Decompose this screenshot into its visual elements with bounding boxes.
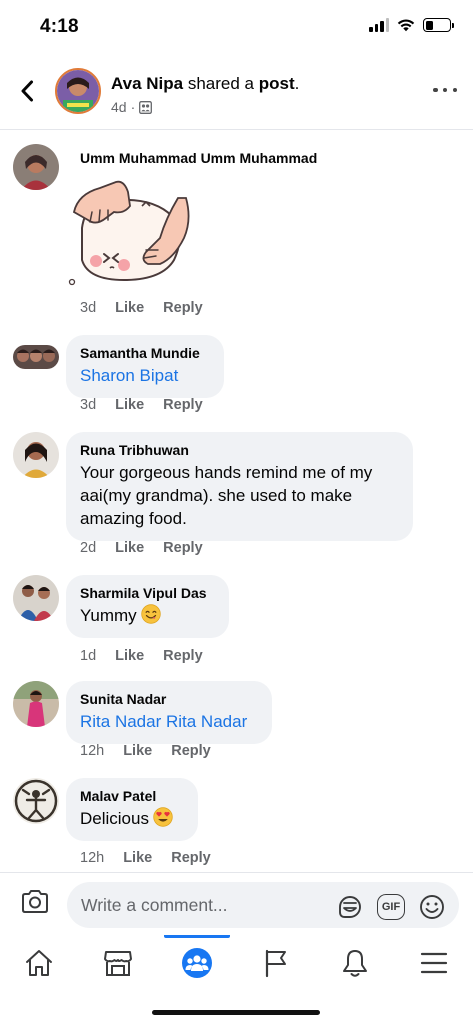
- comment-text: Your gorgeous hands remind me of my aai(…: [80, 463, 373, 528]
- comment-bubble: Malav Patel Delicious: [66, 778, 198, 841]
- home-indicator: [152, 1010, 320, 1015]
- comment-actions: 1d Like Reply: [80, 648, 203, 664]
- commenter-avatar[interactable]: [13, 345, 59, 369]
- gif-icon: GIF: [377, 894, 405, 920]
- marketplace-icon: [104, 951, 133, 976]
- sticker-icon: [339, 896, 361, 918]
- yum-face-emoji: [140, 604, 161, 624]
- comment-time: 1d: [80, 648, 97, 664]
- comment-actions: 3d Like Reply: [80, 397, 203, 413]
- nav-home[interactable]: [0, 935, 79, 991]
- reply-button[interactable]: Reply: [171, 850, 211, 866]
- reply-button[interactable]: Reply: [163, 397, 203, 413]
- commenter-name[interactable]: Samantha Mundie: [80, 345, 210, 361]
- pages-flag-icon: [265, 949, 286, 978]
- nav-pages[interactable]: [236, 935, 315, 991]
- sticker-button[interactable]: [336, 893, 364, 921]
- commenter-avatar[interactable]: [13, 432, 59, 478]
- tagged-user-link[interactable]: Sharon Bipat: [80, 364, 210, 387]
- comment-actions: 12h Like Reply: [80, 743, 211, 759]
- status-icons: [369, 18, 454, 32]
- nav-menu[interactable]: [394, 935, 473, 991]
- groups-icon: [182, 948, 213, 978]
- notifications-icon: [342, 950, 367, 977]
- commenter-avatar[interactable]: [13, 778, 59, 824]
- sticker-image: [66, 168, 196, 288]
- emoji-button[interactable]: [418, 893, 446, 921]
- nav-marketplace[interactable]: [79, 935, 158, 991]
- camera-icon: [22, 890, 48, 913]
- post-link[interactable]: post: [259, 74, 295, 93]
- comment-time: 3d: [80, 397, 97, 413]
- commenter-name[interactable]: Sunita Nadar: [80, 691, 258, 707]
- comment-time: 12h: [80, 850, 105, 866]
- like-button[interactable]: Like: [115, 397, 144, 413]
- commenter-name[interactable]: Sharmila Vipul Das: [80, 585, 215, 601]
- back-button[interactable]: [14, 76, 40, 106]
- group-audience-icon: [139, 100, 153, 114]
- like-button[interactable]: Like: [123, 850, 152, 866]
- like-button[interactable]: Like: [115, 648, 144, 664]
- nav-notifications[interactable]: [315, 935, 394, 991]
- comment-actions: 12h Like Reply: [80, 850, 211, 866]
- emoji-icon: [420, 895, 444, 919]
- commenter-avatar[interactable]: [13, 575, 59, 621]
- chevron-left-icon: [21, 80, 33, 102]
- comment-actions: 3d Like Reply: [80, 300, 203, 316]
- comment-bubble: Runa Tribhuwan Your gorgeous hands remin…: [66, 432, 413, 541]
- heart-eyes-emoji: [153, 807, 173, 827]
- comment-text: Delicious: [80, 807, 184, 830]
- commenter-name[interactable]: Malav Patel: [80, 788, 184, 804]
- home-icon: [26, 950, 53, 976]
- comment-composer: GIF: [0, 872, 473, 936]
- like-button[interactable]: Like: [115, 540, 144, 556]
- commenter-name[interactable]: Umm Muhammad Umm Muhammad: [80, 150, 317, 166]
- header-action: shared a: [183, 74, 259, 93]
- comment-actions: 2d Like Reply: [80, 540, 203, 556]
- status-bar: 4:18: [0, 0, 473, 54]
- menu-icon: [420, 952, 447, 974]
- comment-time: 2d: [80, 540, 97, 556]
- reply-button[interactable]: Reply: [171, 743, 211, 759]
- post-meta: 4d ·: [111, 99, 153, 115]
- wifi-icon: [397, 19, 415, 32]
- like-button[interactable]: Like: [115, 300, 144, 316]
- comment-text: Yummy: [80, 604, 215, 627]
- commenter-avatar[interactable]: [13, 681, 59, 727]
- post-header-title: Ava Nipa shared a post.: [111, 74, 300, 93]
- tagged-user-link[interactable]: Rita Nadar Rita Nadar: [80, 710, 258, 733]
- nav-groups[interactable]: [158, 935, 237, 991]
- more-options-button[interactable]: [433, 84, 457, 96]
- author-name[interactable]: Ava Nipa: [111, 74, 183, 93]
- cellular-signal-icon: [369, 18, 389, 32]
- commenter-name[interactable]: Runa Tribhuwan: [80, 442, 399, 458]
- gif-button[interactable]: GIF: [376, 893, 406, 921]
- bottom-navigation: [0, 935, 473, 991]
- comment-bubble: Sunita Nadar Rita Nadar Rita Nadar: [66, 681, 272, 744]
- camera-button[interactable]: [20, 889, 52, 919]
- comment-bubble: Sharmila Vipul Das Yummy: [66, 575, 229, 638]
- battery-icon: [423, 18, 454, 32]
- comment-time: 12h: [80, 743, 105, 759]
- comment-bubble: Samantha Mundie Sharon Bipat: [66, 335, 224, 398]
- comment-time: 3d: [80, 300, 97, 316]
- post-header: Ava Nipa shared a post. 4d ·: [0, 62, 473, 130]
- commenter-avatar[interactable]: [13, 144, 59, 190]
- reply-button[interactable]: Reply: [163, 300, 203, 316]
- like-button[interactable]: Like: [123, 743, 152, 759]
- status-time: 4:18: [40, 16, 79, 37]
- reply-button[interactable]: Reply: [163, 540, 203, 556]
- post-age: 4d: [111, 99, 127, 115]
- reply-button[interactable]: Reply: [163, 648, 203, 664]
- author-avatar[interactable]: [55, 68, 101, 114]
